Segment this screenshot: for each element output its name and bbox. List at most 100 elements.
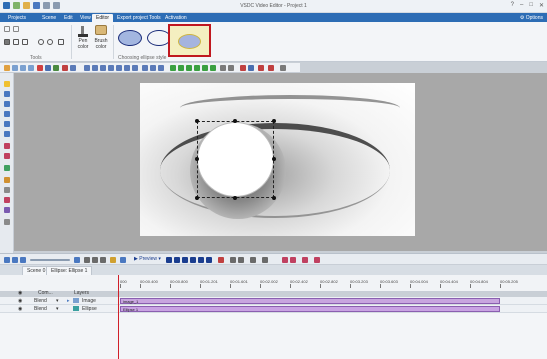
resize-handle-bottom[interactable]	[233, 196, 237, 200]
split-view-icon[interactable]	[282, 257, 288, 263]
next-frame-icon[interactable]	[198, 257, 204, 263]
brush-icon[interactable]	[95, 25, 107, 35]
video-tool-icon[interactable]	[4, 91, 10, 97]
clip-image[interactable]: image_1	[120, 298, 500, 304]
render-icon[interactable]	[120, 257, 126, 263]
arrow-top-icon[interactable]	[186, 65, 192, 71]
stop-icon[interactable]	[62, 65, 68, 71]
blend-dropdown-icon[interactable]: ▾	[56, 306, 59, 312]
fit-icon[interactable]	[262, 257, 268, 263]
arrow-up-icon[interactable]	[170, 65, 176, 71]
split-icon[interactable]	[100, 257, 106, 263]
zoom-fit-icon[interactable]	[20, 257, 26, 263]
rectangle-tool-icon[interactable]	[4, 143, 10, 149]
go-end-icon[interactable]	[206, 257, 212, 263]
transition-tool-icon[interactable]	[4, 207, 10, 213]
pointer-tool-icon[interactable]	[4, 81, 10, 87]
resize-handle-top[interactable]	[233, 119, 237, 123]
clip-ellipse[interactable]: Ellipse 1	[120, 306, 500, 312]
preview-button[interactable]: ▶ Preview ▾	[134, 256, 161, 262]
speed-icon[interactable]	[250, 257, 256, 263]
marker-icon[interactable]	[268, 65, 274, 71]
snap-icon[interactable]	[84, 257, 90, 263]
pointer-icon[interactable]	[13, 39, 19, 45]
tab-scene[interactable]: Scene	[38, 14, 60, 22]
ellipse-style-filled[interactable]	[118, 30, 142, 46]
loop-icon[interactable]	[230, 257, 236, 263]
align-right-icon[interactable]	[100, 65, 106, 71]
cut-clip-icon[interactable]	[92, 257, 98, 263]
blend-dropdown-icon[interactable]: ▾	[56, 298, 59, 304]
free-shape-tool-icon[interactable]	[4, 165, 10, 171]
zoom-plus-icon[interactable]	[74, 257, 80, 263]
tab-ellipse-1[interactable]: Ellipse: Ellipse 1	[46, 266, 93, 275]
delete-icon[interactable]	[37, 65, 43, 71]
distribute-icon[interactable]	[132, 65, 138, 71]
blend-mode-select[interactable]: Blend	[34, 306, 47, 312]
marker-add-icon[interactable]	[110, 257, 116, 263]
align-icon[interactable]	[70, 65, 76, 71]
cut-icon[interactable]	[4, 26, 10, 32]
rotate-left-icon[interactable]	[38, 39, 44, 45]
settings-icon[interactable]	[280, 65, 286, 71]
tab-editor[interactable]: Editor	[92, 14, 114, 22]
effects-tool-icon[interactable]	[4, 197, 10, 203]
eye-image[interactable]	[140, 83, 415, 236]
same-width-icon[interactable]	[150, 65, 156, 71]
copy-icon[interactable]	[20, 65, 26, 71]
track-row[interactable]: ◉ Blend ▾ ▸ Image image_1	[0, 297, 547, 305]
record-icon[interactable]	[218, 257, 224, 263]
volume-icon[interactable]	[238, 257, 244, 263]
more-timeline-icon[interactable]	[314, 257, 320, 263]
resize-handle-right[interactable]	[272, 157, 276, 161]
resize-handle-tl[interactable]	[195, 119, 199, 123]
animation-tool-icon[interactable]	[4, 187, 10, 193]
same-size-icon[interactable]	[142, 65, 148, 71]
layer-icon[interactable]	[248, 65, 254, 71]
rotate-right-icon[interactable]	[47, 39, 53, 45]
visibility-toggle-icon[interactable]: ◉	[18, 306, 22, 312]
move-icon[interactable]	[12, 65, 18, 71]
blend-mode-select[interactable]: Blend	[34, 298, 47, 304]
text-tool-icon[interactable]	[4, 131, 10, 137]
expand-icon[interactable]: ▸	[67, 298, 70, 304]
ungroup-icon[interactable]	[228, 65, 234, 71]
ellipse-tool-icon[interactable]	[4, 153, 10, 159]
tab-activation[interactable]: Activation	[161, 14, 191, 22]
selection-box[interactable]	[197, 121, 274, 198]
align-left-icon[interactable]	[84, 65, 90, 71]
resize-handle-left[interactable]	[195, 157, 199, 161]
resize-handle-tr[interactable]	[272, 119, 276, 123]
zoom-in-icon[interactable]	[4, 257, 10, 263]
remove-clip-icon[interactable]	[302, 257, 308, 263]
copy-icon[interactable]	[13, 26, 19, 32]
same-height-icon[interactable]	[158, 65, 164, 71]
align-clips-icon[interactable]	[290, 257, 296, 263]
align-middle-icon[interactable]	[116, 65, 122, 71]
help-icon[interactable]: ?	[511, 2, 514, 9]
chart-tool-icon[interactable]	[4, 177, 10, 183]
time-ruler[interactable]: 000 00:00.400 00:00.800 00:01.201 00:01.…	[118, 278, 547, 288]
align-top-icon[interactable]	[108, 65, 114, 71]
remove-icon[interactable]	[258, 65, 264, 71]
paste-icon[interactable]	[28, 65, 34, 71]
arrow-left-icon[interactable]	[202, 65, 208, 71]
timeline-empty-area[interactable]	[0, 313, 547, 359]
order-icon[interactable]	[45, 65, 51, 71]
track-row[interactable]: ◉ Blend ▾ Ellipse Ellipse 1	[0, 305, 547, 313]
grid-icon[interactable]	[4, 65, 10, 71]
sprite-tool-icon[interactable]	[4, 121, 10, 127]
resize-handle-br[interactable]	[272, 196, 276, 200]
zoom-out-icon[interactable]	[12, 257, 18, 263]
ellipse-style-selected[interactable]	[168, 24, 211, 57]
pen-tool-icon[interactable]	[4, 39, 10, 45]
flag-icon[interactable]	[240, 65, 246, 71]
align-center-icon[interactable]	[92, 65, 98, 71]
image-tool-icon[interactable]	[4, 101, 10, 107]
group-icon[interactable]	[220, 65, 226, 71]
flip-icon[interactable]	[58, 39, 64, 45]
playhead[interactable]	[118, 275, 119, 359]
go-start-icon[interactable]	[166, 257, 172, 263]
options-button[interactable]: ⚙ Options	[520, 15, 543, 21]
refresh-icon[interactable]	[53, 65, 59, 71]
